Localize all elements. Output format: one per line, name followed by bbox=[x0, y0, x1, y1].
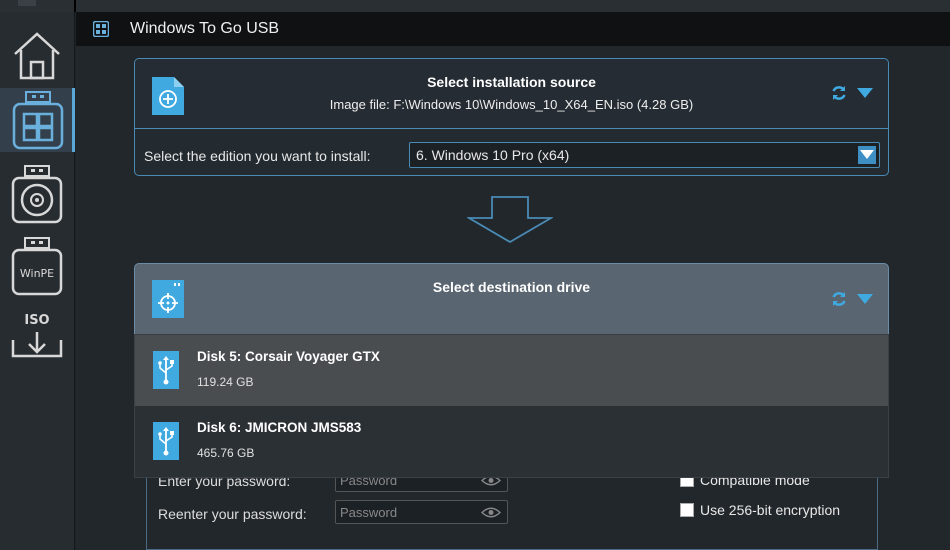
title-bar: Windows To Go USB bbox=[76, 12, 950, 46]
sidebar-item-iso[interactable]: ISO bbox=[7, 304, 67, 368]
source-title: Select installation source bbox=[427, 74, 596, 90]
encryption-checkbox[interactable] bbox=[680, 503, 694, 517]
sidebar-item-winpe[interactable]: WinPE bbox=[7, 234, 67, 298]
sidebar-item-windows-to-go[interactable] bbox=[0, 88, 75, 152]
main-panel: Select installation source Image file: F… bbox=[76, 46, 950, 550]
destination-title: Select destination drive bbox=[432, 279, 591, 295]
home-icon bbox=[14, 32, 60, 80]
encryption-label: Use 256-bit encryption bbox=[700, 502, 841, 518]
drive-size: 119.24 GB bbox=[197, 375, 254, 389]
drive-name: Disk 5: Corsair Voyager GTX bbox=[197, 349, 380, 364]
winpe-usb-icon: WinPE bbox=[11, 237, 63, 296]
top-divider bbox=[74, 0, 76, 12]
sidebar-item-home[interactable] bbox=[7, 24, 67, 88]
winpe-label: WinPE bbox=[20, 267, 54, 280]
usb-drive-icon bbox=[153, 422, 179, 460]
edition-value: 6. Windows 10 Pro (x64) bbox=[416, 147, 570, 163]
edition-select[interactable]: 6. Windows 10 Pro (x64) bbox=[409, 142, 880, 168]
drive-option[interactable]: Disk 6: JMICRON JMS583 465.76 GB bbox=[135, 406, 888, 477]
reenter-password-label: Reenter your password: bbox=[158, 506, 307, 522]
windows-usb-icon bbox=[12, 91, 64, 150]
drive-size: 465.76 GB bbox=[197, 446, 255, 460]
installation-source-header[interactable]: Select installation source Image file: F… bbox=[135, 59, 888, 129]
top-strip bbox=[0, 0, 950, 12]
show-reenter-password-icon[interactable] bbox=[481, 506, 501, 519]
disc-usb-icon bbox=[11, 165, 63, 224]
window-title: Windows To Go USB bbox=[130, 20, 280, 37]
iso-download-icon: ISO bbox=[11, 313, 63, 358]
edition-label: Select the edition you want to install: bbox=[144, 148, 371, 164]
image-file-path: Image file: F:\Windows 10\Windows_10_X64… bbox=[329, 97, 694, 112]
down-arrow-icon bbox=[467, 196, 553, 244]
reenter-password-placeholder: Password bbox=[340, 505, 398, 520]
drive-option[interactable]: Disk 5: Corsair Voyager GTX 119.24 GB bbox=[135, 335, 888, 406]
drive-dropdown-list: Disk 5: Corsair Voyager GTX 119.24 GB Di… bbox=[134, 334, 889, 478]
installation-source-panel: Select installation source Image file: F… bbox=[134, 58, 889, 176]
destination-refresh-icon[interactable] bbox=[831, 291, 847, 307]
sidebar-item-disc[interactable] bbox=[7, 162, 67, 226]
app-grid-icon bbox=[93, 21, 109, 37]
top-stub bbox=[18, 0, 36, 6]
usb-drive-icon bbox=[153, 351, 179, 389]
destination-drive-header[interactable]: Select destination drive bbox=[134, 263, 889, 335]
source-expand-chevron-icon[interactable] bbox=[857, 88, 873, 98]
edition-dropdown-icon[interactable] bbox=[858, 146, 876, 164]
destination-expand-chevron-icon[interactable] bbox=[857, 294, 873, 304]
refresh-icon[interactable] bbox=[831, 85, 847, 101]
drive-name: Disk 6: JMICRON JMS583 bbox=[197, 420, 362, 435]
iso-label: ISO bbox=[24, 313, 49, 328]
reenter-password-field[interactable]: Password bbox=[335, 500, 508, 524]
sidebar: WinPE ISO bbox=[0, 12, 75, 550]
